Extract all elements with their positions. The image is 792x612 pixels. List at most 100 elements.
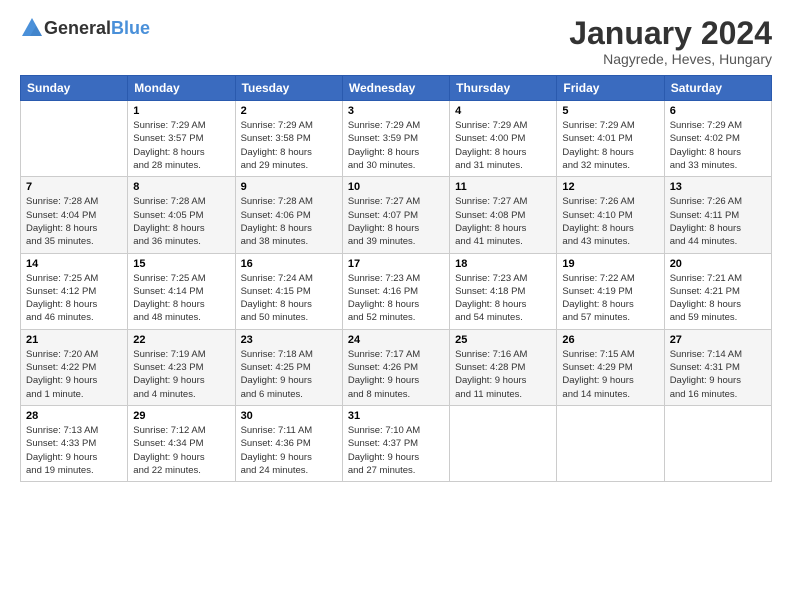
day-number: 25 [455, 334, 551, 346]
day-cell-0-0 [21, 101, 128, 177]
day-number: 24 [348, 334, 444, 346]
day-number: 18 [455, 258, 551, 270]
day-info: Sunrise: 7:28 AMSunset: 4:06 PMDaylight:… [241, 195, 337, 248]
day-info: Sunrise: 7:29 AMSunset: 3:58 PMDaylight:… [241, 119, 337, 172]
day-number: 19 [562, 258, 658, 270]
day-number: 16 [241, 258, 337, 270]
week-row-3: 21Sunrise: 7:20 AMSunset: 4:22 PMDayligh… [21, 329, 772, 405]
day-number: 31 [348, 410, 444, 422]
day-number: 15 [133, 258, 229, 270]
day-number: 3 [348, 105, 444, 117]
logo: GeneralBlue [20, 16, 150, 40]
day-info: Sunrise: 7:10 AMSunset: 4:37 PMDaylight:… [348, 424, 444, 477]
day-info: Sunrise: 7:12 AMSunset: 4:34 PMDaylight:… [133, 424, 229, 477]
day-info: Sunrise: 7:27 AMSunset: 4:08 PMDaylight:… [455, 195, 551, 248]
logo-blue: Blue [111, 18, 150, 39]
calendar-header-row: Sunday Monday Tuesday Wednesday Thursday… [21, 76, 772, 101]
col-friday: Friday [557, 76, 664, 101]
main-title: January 2024 [569, 16, 772, 51]
day-cell-3-6: 27 Sunrise: 7:14 AMSunset: 4:31 PMDayligh… [664, 329, 771, 405]
day-cell-0-2: 2Sunrise: 7:29 AMSunset: 3:58 PMDaylight… [235, 101, 342, 177]
day-info: Sunrise: 7:19 AMSunset: 4:23 PMDaylight:… [133, 348, 229, 401]
day-cell-1-6: 13 Sunrise: 7:26 AMSunset: 4:11 PMDayligh… [664, 177, 771, 253]
col-sunday: Sunday [21, 76, 128, 101]
logo-icon [20, 16, 44, 40]
day-info: Sunrise: 7:29 AMSunset: 4:00 PMDaylight:… [455, 119, 551, 172]
day-info: Sunrise: 7:27 AMSunset: 4:07 PMDaylight:… [348, 195, 444, 248]
day-number: 26 [562, 334, 658, 346]
day-cell-4-3: 31 Sunrise: 7:10 AMSunset: 4:37 PMDayligh… [342, 405, 449, 481]
day-cell-2-5: 19 Sunrise: 7:22 AMSunset: 4:19 PMDayligh… [557, 253, 664, 329]
day-info: Sunrise: 7:23 AMSunset: 4:18 PMDaylight:… [455, 272, 551, 325]
day-info: Sunrise: 7:29 AMSunset: 3:57 PMDaylight:… [133, 119, 229, 172]
day-cell-0-3: 3 Sunrise: 7:29 AMSunset: 3:59 PMDaylight… [342, 101, 449, 177]
day-number: 23 [241, 334, 337, 346]
day-info: Sunrise: 7:26 AMSunset: 4:11 PMDaylight:… [670, 195, 766, 248]
day-info: Sunrise: 7:28 AMSunset: 4:04 PMDaylight:… [26, 195, 122, 248]
day-cell-3-0: 21Sunrise: 7:20 AMSunset: 4:22 PMDayligh… [21, 329, 128, 405]
day-cell-1-0: 7 Sunrise: 7:28 AMSunset: 4:04 PMDaylight… [21, 177, 128, 253]
day-cell-2-4: 18 Sunrise: 7:23 AMSunset: 4:18 PMDayligh… [450, 253, 557, 329]
day-cell-2-0: 14 Sunrise: 7:25 AMSunset: 4:12 PMDayligh… [21, 253, 128, 329]
day-info: Sunrise: 7:22 AMSunset: 4:19 PMDaylight:… [562, 272, 658, 325]
day-cell-1-4: 11 Sunrise: 7:27 AMSunset: 4:08 PMDayligh… [450, 177, 557, 253]
day-cell-3-5: 26 Sunrise: 7:15 AMSunset: 4:29 PMDayligh… [557, 329, 664, 405]
day-number: 28 [26, 410, 122, 422]
day-info: Sunrise: 7:18 AMSunset: 4:25 PMDaylight:… [241, 348, 337, 401]
day-number: 12 [562, 181, 658, 193]
day-info: Sunrise: 7:25 AMSunset: 4:12 PMDaylight:… [26, 272, 122, 325]
day-info: Sunrise: 7:14 AMSunset: 4:31 PMDaylight:… [670, 348, 766, 401]
day-cell-3-4: 25 Sunrise: 7:16 AMSunset: 4:28 PMDayligh… [450, 329, 557, 405]
day-number: 13 [670, 181, 766, 193]
day-info: Sunrise: 7:11 AMSunset: 4:36 PMDaylight:… [241, 424, 337, 477]
day-cell-0-1: 1 Sunrise: 7:29 AMSunset: 3:57 PMDaylight… [128, 101, 235, 177]
day-info: Sunrise: 7:29 AMSunset: 3:59 PMDaylight:… [348, 119, 444, 172]
day-number: 22 [133, 334, 229, 346]
day-info: Sunrise: 7:17 AMSunset: 4:26 PMDaylight:… [348, 348, 444, 401]
day-cell-4-0: 28 Sunrise: 7:13 AMSunset: 4:33 PMDayligh… [21, 405, 128, 481]
title-area: January 2024 Nagyrede, Heves, Hungary [569, 16, 772, 67]
day-number: 20 [670, 258, 766, 270]
day-number: 7 [26, 181, 122, 193]
day-cell-4-5 [557, 405, 664, 481]
day-number: 14 [26, 258, 122, 270]
day-number: 9 [241, 181, 337, 193]
col-saturday: Saturday [664, 76, 771, 101]
day-number: 5 [562, 105, 658, 117]
day-number: 8 [133, 181, 229, 193]
day-info: Sunrise: 7:16 AMSunset: 4:28 PMDaylight:… [455, 348, 551, 401]
day-info: Sunrise: 7:13 AMSunset: 4:33 PMDaylight:… [26, 424, 122, 477]
day-cell-1-3: 10 Sunrise: 7:27 AMSunset: 4:07 PMDayligh… [342, 177, 449, 253]
day-info: Sunrise: 7:23 AMSunset: 4:16 PMDaylight:… [348, 272, 444, 325]
week-row-4: 28 Sunrise: 7:13 AMSunset: 4:33 PMDayligh… [21, 405, 772, 481]
day-number: 30 [241, 410, 337, 422]
day-cell-3-1: 22 Sunrise: 7:19 AMSunset: 4:23 PMDayligh… [128, 329, 235, 405]
day-number: 4 [455, 105, 551, 117]
day-number: 1 [133, 105, 229, 117]
day-cell-3-3: 24 Sunrise: 7:17 AMSunset: 4:26 PMDayligh… [342, 329, 449, 405]
day-cell-1-2: 9 Sunrise: 7:28 AMSunset: 4:06 PMDaylight… [235, 177, 342, 253]
day-cell-0-4: 4 Sunrise: 7:29 AMSunset: 4:00 PMDaylight… [450, 101, 557, 177]
day-cell-3-2: 23 Sunrise: 7:18 AMSunset: 4:25 PMDayligh… [235, 329, 342, 405]
day-cell-2-1: 15Sunrise: 7:25 AMSunset: 4:14 PMDayligh… [128, 253, 235, 329]
day-cell-2-6: 20 Sunrise: 7:21 AMSunset: 4:21 PMDayligh… [664, 253, 771, 329]
day-number: 6 [670, 105, 766, 117]
col-wednesday: Wednesday [342, 76, 449, 101]
day-cell-0-6: 6 Sunrise: 7:29 AMSunset: 4:02 PMDaylight… [664, 101, 771, 177]
day-info: Sunrise: 7:15 AMSunset: 4:29 PMDaylight:… [562, 348, 658, 401]
day-cell-4-6 [664, 405, 771, 481]
day-number: 10 [348, 181, 444, 193]
day-number: 17 [348, 258, 444, 270]
day-info: Sunrise: 7:29 AMSunset: 4:01 PMDaylight:… [562, 119, 658, 172]
day-cell-2-3: 17 Sunrise: 7:23 AMSunset: 4:16 PMDayligh… [342, 253, 449, 329]
day-cell-0-5: 5 Sunrise: 7:29 AMSunset: 4:01 PMDaylight… [557, 101, 664, 177]
day-info: Sunrise: 7:21 AMSunset: 4:21 PMDaylight:… [670, 272, 766, 325]
day-cell-2-2: 16Sunrise: 7:24 AMSunset: 4:15 PMDayligh… [235, 253, 342, 329]
day-info: Sunrise: 7:29 AMSunset: 4:02 PMDaylight:… [670, 119, 766, 172]
page: GeneralBlue January 2024 Nagyrede, Heves… [0, 0, 792, 612]
day-number: 27 [670, 334, 766, 346]
week-row-2: 14 Sunrise: 7:25 AMSunset: 4:12 PMDayligh… [21, 253, 772, 329]
subtitle: Nagyrede, Heves, Hungary [569, 51, 772, 67]
day-number: 11 [455, 181, 551, 193]
col-tuesday: Tuesday [235, 76, 342, 101]
